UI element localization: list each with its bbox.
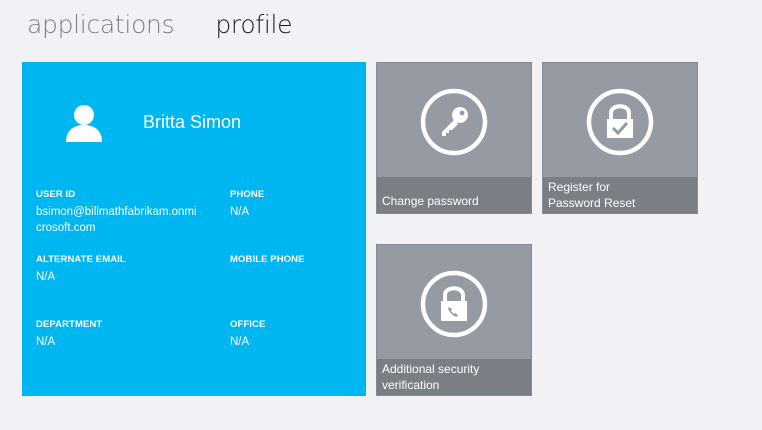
tab-applications[interactable]: applications [27,8,175,42]
mobile-phone-field: MOBILE PHONE [230,253,305,269]
register-password-reset-label: Register for Password Reset [543,177,697,213]
change-password-label: Change password [377,177,531,213]
register-password-reset-label-line1: Register for [548,180,611,194]
additional-security-verification-tile[interactable]: Additional security verification [376,244,532,396]
user-id-value: bsimon@billmathfabrikam.onmicrosoft.com [36,206,197,234]
profile-card: Britta Simon USER ID bsimon@billmathfabr… [22,62,366,396]
top-nav: applications profile [27,8,293,42]
mobile-phone-label: MOBILE PHONE [230,254,305,265]
department-value: N/A [36,336,56,348]
department-field: DEPARTMENT N/A [36,318,102,350]
phone-value: N/A [230,206,250,218]
user-name: Britta Simon [143,112,242,132]
register-password-reset-label-line2: Password Reset [548,196,636,210]
office-label: OFFICE [230,319,266,330]
key-icon [420,88,488,156]
tab-profile[interactable]: profile [215,8,292,42]
alternate-email-label: ALTERNATE EMAIL [36,254,126,265]
additional-security-verification-label: Additional security verification [377,359,531,395]
register-password-reset-tile[interactable]: Register for Password Reset [542,62,698,214]
lock-phone-icon [420,270,488,338]
phone-label: PHONE [230,189,265,200]
additional-security-verification-label-line1: Additional security [382,362,480,376]
alternate-email-field: ALTERNATE EMAIL N/A [36,253,126,285]
office-field: OFFICE N/A [230,318,265,350]
user-id-field: USER ID bsimon@billmathfabrikam.onmicros… [36,188,201,236]
user-id-label: USER ID [36,189,76,200]
additional-security-verification-label-line2: verification [382,378,440,392]
department-label: DEPARTMENT [36,319,103,330]
lock-check-icon [586,88,654,156]
change-password-tile[interactable]: Change password [376,62,532,214]
phone-field: PHONE N/A [230,188,264,220]
office-value: N/A [230,336,250,348]
user-icon [66,105,102,142]
alternate-email-value: N/A [36,271,56,283]
